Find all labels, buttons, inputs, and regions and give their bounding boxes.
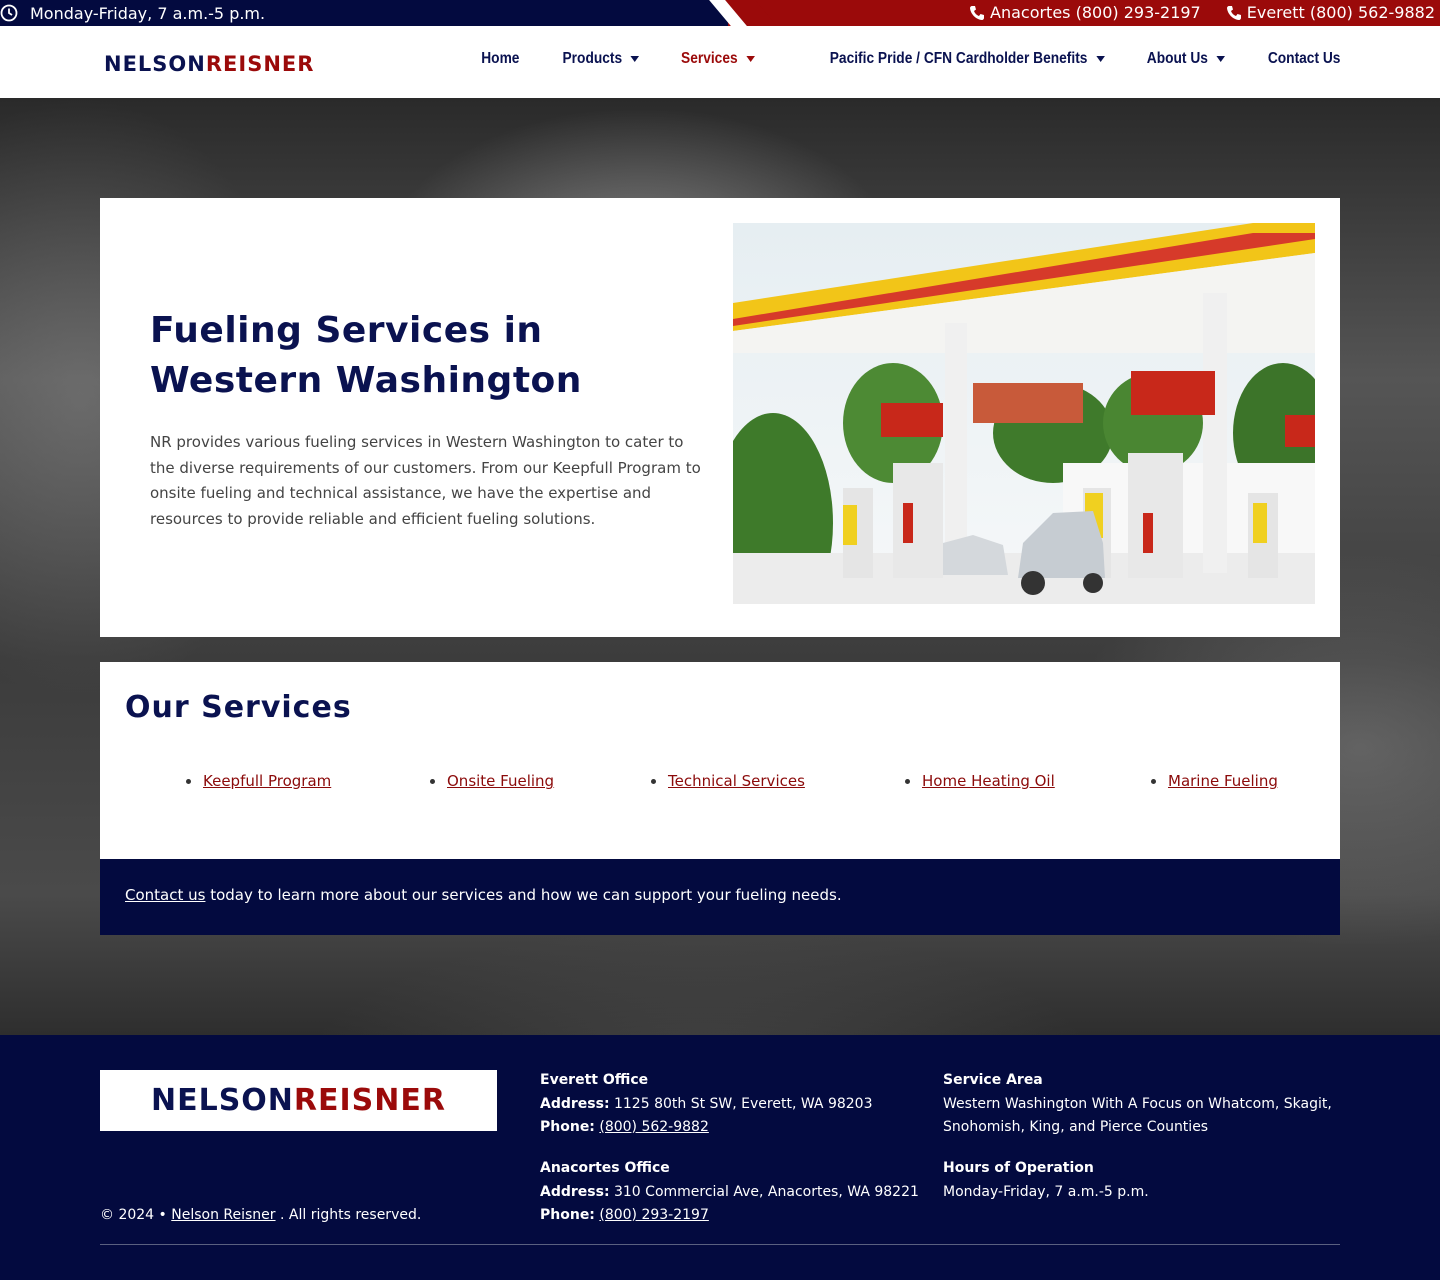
service-link-marine-fueling[interactable]: Marine Fueling: [1168, 772, 1278, 790]
contact-cta-bar: Contact us today to learn more about our…: [100, 859, 1340, 935]
chevron-down-icon: [1095, 56, 1105, 62]
copyright-suffix: . All rights reserved.: [275, 1207, 422, 1223]
service-link-home-heating-oil[interactable]: Home Heating Oil: [922, 772, 1055, 790]
anacortes-phone-link[interactable]: (800) 293-2197: [599, 1207, 709, 1223]
gas-station-photo: [733, 223, 1315, 604]
cta-text: Contact us today to learn more about our…: [125, 886, 842, 904]
hours-text: Monday-Friday, 7 a.m.-5 p.m.: [943, 1183, 1149, 1200]
list-item: Technical Services: [651, 772, 805, 790]
services-heading: Our Services: [125, 690, 352, 725]
list-item: Marine Fueling: [1151, 772, 1278, 790]
services-card: Our Services Keepfull Program Onsite Fue…: [100, 662, 1340, 859]
phone-link-everett[interactable]: Everett (800) 562-9882: [1225, 3, 1435, 22]
service-link-onsite-fueling[interactable]: Onsite Fueling: [447, 772, 554, 790]
nav-item-about-us[interactable]: About Us: [1147, 50, 1226, 68]
site-logo[interactable]: NELSONREISNER: [104, 52, 314, 76]
service-link-keepfull[interactable]: Keepfull Program: [203, 772, 331, 790]
copyright-prefix: © 2024 •: [100, 1207, 172, 1223]
bullet-icon: [1151, 778, 1156, 784]
everett-address-line: Address: 1125 80th St SW, Everett, WA 98…: [540, 1093, 872, 1117]
service-area-heading: Service Area: [943, 1072, 1043, 1088]
business-hours: Monday-Friday, 7 a.m.-5 p.m.: [0, 3, 265, 23]
phone-numbers: Anacortes (800) 293-2197 Everett (800) 5…: [944, 3, 1435, 22]
everett-office-heading: Everett Office: [540, 1072, 649, 1088]
footer-logo-reisner: REISNER: [293, 1083, 446, 1118]
nav-label-services: Services: [680, 50, 738, 67]
nav-item-services[interactable]: Services: [681, 50, 755, 68]
main-navigation: Home Products Services Pacific Pride / C…: [445, 50, 1340, 68]
hours-heading: Hours of Operation: [943, 1160, 1094, 1176]
chevron-down-icon: [746, 56, 755, 62]
everett-address-label: Address:: [540, 1095, 610, 1112]
bullet-icon: [430, 778, 435, 784]
logo-reisner: REISNER: [205, 52, 315, 76]
anacortes-phone-line: Phone: (800) 293-2197: [540, 1204, 919, 1228]
anacortes-address-label: Address:: [540, 1183, 610, 1200]
top-info-bar: Monday-Friday, 7 a.m.-5 p.m. Anacortes (…: [0, 0, 1440, 26]
intro-paragraph: NR provides various fueling services in …: [150, 433, 701, 529]
nav-label-products: Products: [562, 50, 622, 67]
hours-of-operation: Hours of Operation Monday-Friday, 7 a.m.…: [943, 1157, 1149, 1204]
copyright: © 2024 • Nelson Reisner . All rights res…: [100, 1207, 421, 1223]
chevron-down-icon: [630, 56, 639, 62]
phone-icon: [970, 5, 984, 20]
phone-label-everett: Everett (800) 562-9882: [1246, 3, 1435, 22]
chevron-down-icon: [1216, 56, 1226, 62]
logo-nelson: NELSON: [104, 52, 206, 76]
phone-label-anacortes: Anacortes (800) 293-2197: [990, 3, 1201, 22]
intro-card: Fueling Services in Western Washington N…: [100, 198, 1340, 637]
page-title: Fueling Services in Western Washington: [150, 310, 582, 401]
site-footer: NELSON REISNER © 2024 • Nelson Reisner . …: [0, 1035, 1440, 1280]
footer-divider: [100, 1244, 1340, 1245]
gas-station-illustration: [733, 223, 1315, 604]
nav-label-contact-us: Contact Us: [1267, 50, 1340, 67]
site-header: NELSONREISNER Home Products Services Pac…: [0, 26, 1440, 98]
everett-phone-link[interactable]: (800) 562-9882: [599, 1119, 709, 1135]
clock-icon: [0, 4, 18, 22]
footer-logo[interactable]: NELSON REISNER: [100, 1070, 497, 1131]
service-link-technical-services[interactable]: Technical Services: [668, 772, 805, 790]
nav-item-products[interactable]: Products: [562, 50, 639, 68]
anacortes-phone-label: Phone:: [540, 1207, 595, 1223]
anacortes-address: 310 Commercial Ave, Anacortes, WA 98221: [609, 1183, 919, 1200]
nav-label-about-us: About Us: [1147, 50, 1209, 67]
list-item: Keepfull Program: [186, 772, 331, 790]
nav-item-contact-us[interactable]: Contact Us: [1267, 50, 1340, 68]
anacortes-address-line: Address: 310 Commercial Ave, Anacortes, …: [540, 1181, 919, 1205]
bullet-icon: [905, 778, 910, 784]
cta-message: today to learn more about our services a…: [205, 886, 842, 904]
anacortes-office-heading: Anacortes Office: [540, 1160, 670, 1176]
nav-label-pacific-pride: Pacific Pride / CFN Cardholder Benefits: [829, 50, 1088, 67]
phone-icon: [1226, 5, 1241, 20]
anacortes-office: Anacortes Office Address: 310 Commercial…: [540, 1157, 919, 1228]
everett-office: Everett Office Address: 1125 80th St SW,…: [540, 1069, 872, 1140]
business-hours-text: Monday-Friday, 7 a.m.-5 p.m.: [30, 3, 266, 23]
list-item: Onsite Fueling: [430, 772, 554, 790]
everett-phone-label: Phone:: [540, 1119, 595, 1135]
bullet-icon: [651, 778, 656, 784]
contact-us-link[interactable]: Contact us: [125, 886, 205, 904]
nav-item-home[interactable]: Home: [481, 50, 519, 68]
nav-label-home: Home: [481, 50, 520, 67]
bullet-icon: [186, 778, 191, 784]
service-area: Service Area Western Washington With A F…: [943, 1069, 1343, 1140]
footer-logo-nelson: NELSON: [150, 1083, 294, 1118]
nav-item-pacific-pride[interactable]: Pacific Pride / CFN Cardholder Benefits: [830, 50, 1105, 68]
everett-phone-line: Phone: (800) 562-9882: [540, 1116, 872, 1140]
everett-address: 1125 80th St SW, Everett, WA 98203: [609, 1095, 873, 1112]
list-item: Home Heating Oil: [905, 772, 1055, 790]
service-area-text: Western Washington With A Focus on Whatc…: [943, 1095, 1332, 1136]
services-list: Keepfull Program Onsite Fueling Technica…: [100, 772, 1340, 796]
phone-link-anacortes[interactable]: Anacortes (800) 293-2197: [968, 3, 1201, 22]
copyright-link[interactable]: Nelson Reisner: [171, 1207, 275, 1223]
